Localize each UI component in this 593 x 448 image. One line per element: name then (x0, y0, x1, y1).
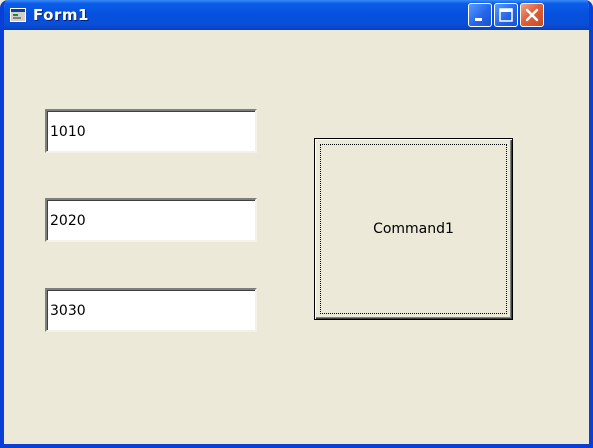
text1-textbox[interactable] (45, 109, 257, 153)
minimize-button[interactable] (468, 3, 492, 27)
title-bar[interactable]: Form1 (4, 0, 589, 30)
maximize-button[interactable] (494, 3, 518, 27)
close-button[interactable] (520, 3, 544, 27)
form-icon[interactable] (10, 8, 26, 22)
form-client-area: Command1 (4, 30, 589, 444)
text3-textbox[interactable] (45, 288, 257, 332)
focus-rectangle (320, 144, 507, 314)
close-icon (525, 8, 539, 22)
minimize-icon (475, 18, 482, 21)
window-title: Form1 (33, 6, 89, 24)
maximize-icon (499, 8, 513, 22)
form1-window: Form1 Command1 (0, 0, 593, 448)
command1-button[interactable]: Command1 (314, 138, 513, 320)
text2-textbox[interactable] (45, 198, 257, 242)
